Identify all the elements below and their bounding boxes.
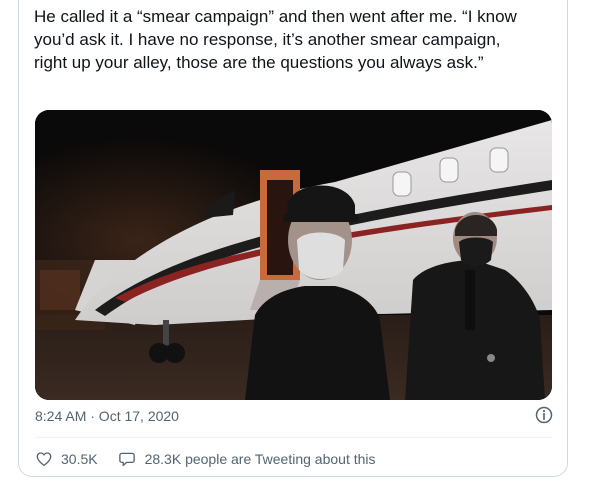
- like-button[interactable]: 30.5K: [35, 450, 98, 468]
- tweet-action-bar: 30.5K 28.3K people are Tweeting about th…: [35, 448, 376, 470]
- heart-outline-icon: [36, 452, 52, 467]
- action-bar-divider: [35, 437, 552, 438]
- video-thumbnail-image: [35, 110, 552, 400]
- info-circle-icon[interactable]: [534, 405, 554, 425]
- speech-bubble-icon: [118, 452, 135, 467]
- conversation-label: 28.3K people are Tweeting about this: [144, 451, 376, 467]
- tweet-timestamp[interactable]: 8:24 AM · Oct 17, 2020: [35, 407, 179, 425]
- tweet-card: He called it a “smear campaign” and then…: [18, 0, 568, 477]
- like-count: 30.5K: [61, 451, 98, 467]
- conversation-link[interactable]: 28.3K people are Tweeting about this: [118, 450, 376, 468]
- tweet-video[interactable]: [35, 110, 552, 400]
- tweet-text: He called it a “smear campaign” and then…: [34, 7, 522, 72]
